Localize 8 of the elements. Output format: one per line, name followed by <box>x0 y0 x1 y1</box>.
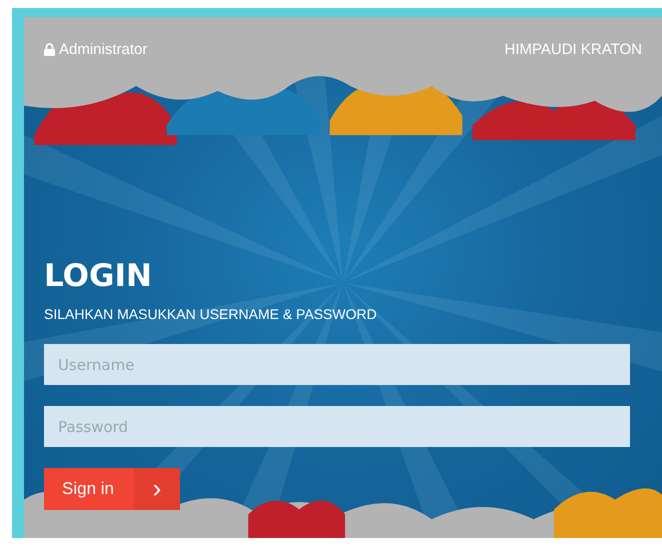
lock-icon <box>44 43 55 56</box>
login-title: LOGIN <box>44 258 153 294</box>
user-name[interactable]: Administrator <box>59 41 148 58</box>
input-field[interactable]: Password <box>44 406 630 447</box>
login-subtitle: SILAHKAN MASUKKAN USERNAME & PASSWORD <box>44 306 378 322</box>
sign-in-button[interactable]: Sign in › <box>44 468 180 510</box>
site-name[interactable]: HIMPAUDI KRATON <box>504 41 642 58</box>
input-field[interactable]: Username <box>44 344 630 385</box>
